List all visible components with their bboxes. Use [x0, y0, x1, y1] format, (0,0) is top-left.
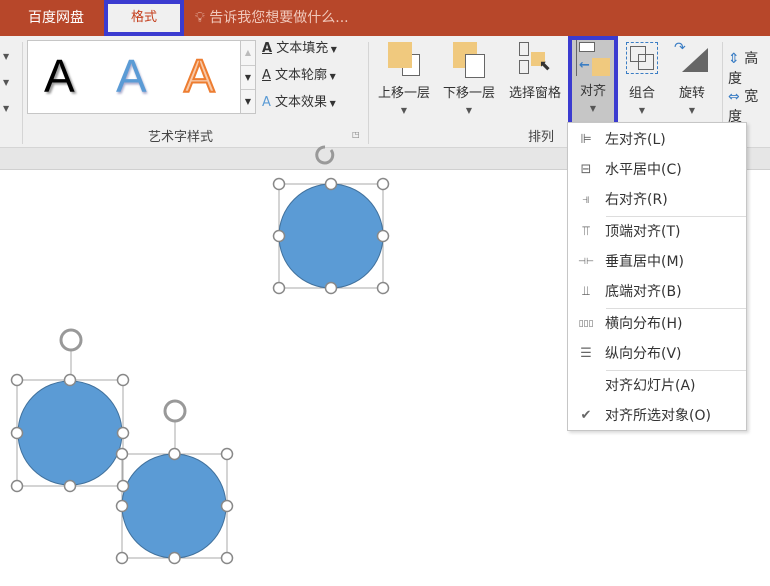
resize-handle[interactable]: [116, 426, 130, 440]
menu-item-label: 纵向分布(V): [605, 346, 682, 362]
resize-handle[interactable]: [272, 229, 286, 243]
align-left-icon: ⊫: [580, 132, 592, 147]
check-icon: ✔: [580, 408, 592, 423]
menu-item-2[interactable]: ⫣ 右对齐(R): [568, 185, 746, 215]
align-center-icon: ⊟: [580, 162, 592, 177]
resize-handle[interactable]: [376, 177, 390, 191]
resize-handle[interactable]: [376, 281, 390, 295]
align-right-icon: ⫣: [582, 192, 590, 207]
menu-item-4[interactable]: ⊣⊢ 垂直居中(M): [568, 247, 746, 277]
menu-item-label: 顶端对齐(T): [605, 224, 681, 240]
menu-item-5[interactable]: ⫫ 底端对齐(B): [568, 277, 746, 307]
resize-handle[interactable]: [272, 281, 286, 295]
shape-circle-2[interactable]: [16, 328, 124, 487]
menu-item-9[interactable]: ✔ 对齐所选对象(O): [568, 401, 746, 431]
menu-item-label: 左对齐(L): [605, 132, 666, 148]
resize-handle[interactable]: [63, 373, 77, 387]
distribute-horizontal-icon: ▯▯▯: [578, 319, 594, 329]
rotate-handle-icon: [315, 145, 335, 165]
shape-circle-1[interactable]: [278, 145, 384, 289]
menu-item-8[interactable]: 对齐幻灯片(A): [568, 371, 746, 401]
resize-handle[interactable]: [272, 177, 286, 191]
resize-handle[interactable]: [220, 447, 234, 461]
resize-handle[interactable]: [63, 479, 77, 493]
menu-item-label: 底端对齐(B): [605, 284, 682, 300]
menu-item-3[interactable]: ⫪ 顶端对齐(T): [568, 217, 746, 247]
rotate-handle-icon: [163, 399, 187, 423]
resize-handle[interactable]: [10, 373, 24, 387]
align-top-icon: ⫪: [582, 224, 590, 239]
resize-handle[interactable]: [115, 499, 129, 513]
resize-handle[interactable]: [116, 479, 130, 493]
resize-handle[interactable]: [10, 479, 24, 493]
distribute-vertical-icon: ☰: [580, 346, 592, 361]
resize-handle[interactable]: [324, 281, 338, 295]
resize-handle[interactable]: [376, 229, 390, 243]
menu-item-label: 垂直居中(M): [605, 254, 685, 270]
resize-handle[interactable]: [168, 551, 181, 565]
resize-handle[interactable]: [220, 551, 234, 565]
resize-handle[interactable]: [115, 551, 129, 565]
menu-item-label: 对齐幻灯片(A): [605, 378, 696, 394]
resize-handle[interactable]: [324, 177, 338, 191]
align-dropdown-menu: ⊫ 左对齐(L) ⊟ 水平居中(C) ⫣ 右对齐(R) ⫪ 顶端对齐(T) ⊣⊢ 垂直居中(M) ⫫…: [567, 122, 747, 431]
menu-item-7[interactable]: ☰ 纵向分布(V): [568, 339, 746, 369]
shape-circle-3[interactable]: [121, 399, 228, 559]
resize-handle[interactable]: [115, 447, 129, 461]
menu-item-6[interactable]: ▯▯▯ 横向分布(H): [568, 309, 746, 339]
resize-handle[interactable]: [220, 499, 234, 513]
resize-handle[interactable]: [116, 373, 130, 387]
resize-handle[interactable]: [10, 426, 24, 440]
menu-item-label: 对齐所选对象(O): [605, 408, 711, 424]
menu-item-label: 横向分布(H): [605, 316, 683, 332]
menu-item-label: 水平居中(C): [605, 162, 682, 178]
align-middle-icon: ⊣⊢: [578, 257, 594, 267]
resize-handle[interactable]: [168, 447, 181, 461]
menu-item-label: 右对齐(R): [605, 192, 668, 208]
rotate-handle-icon: [59, 328, 83, 352]
menu-item-1[interactable]: ⊟ 水平居中(C): [568, 155, 746, 185]
menu-item-0[interactable]: ⊫ 左对齐(L): [568, 125, 746, 155]
align-bottom-icon: ⫫: [582, 284, 590, 299]
